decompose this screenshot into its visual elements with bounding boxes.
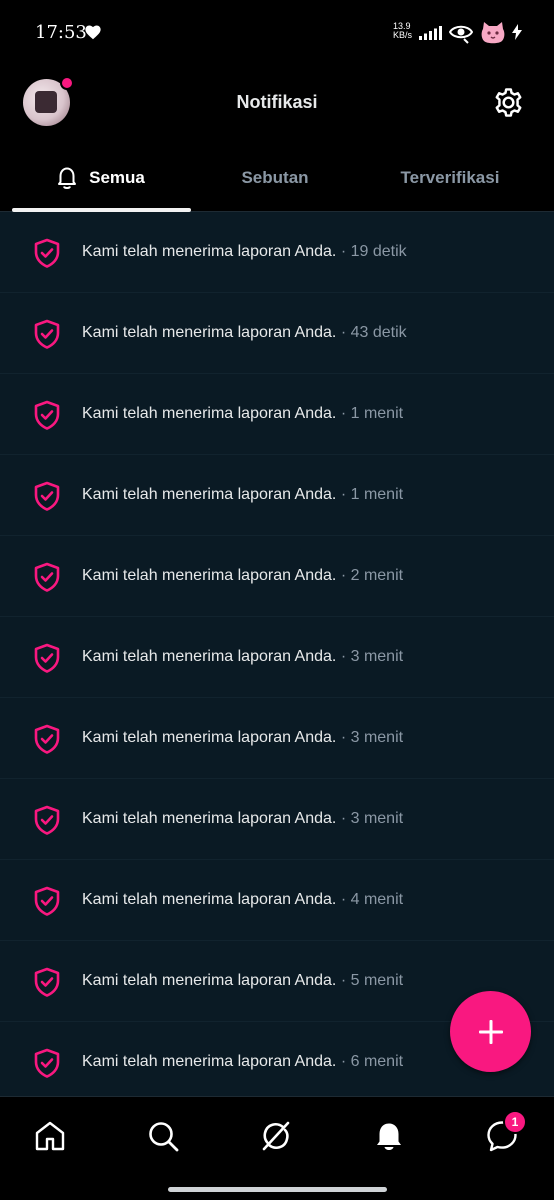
- tab-terverifikasi-label: Terverifikasi: [400, 168, 500, 187]
- heart-icon: [84, 24, 102, 45]
- notification-message: Kami telah menerima laporan Anda.: [82, 243, 337, 260]
- shield-check-icon: [33, 805, 61, 840]
- shield-check-icon: [33, 967, 61, 1002]
- signal-icon: [419, 26, 443, 45]
- shield-check-icon: [33, 481, 61, 516]
- home-indicator[interactable]: [168, 1187, 387, 1192]
- notification-message: Kami telah menerima laporan Anda.: [82, 972, 337, 989]
- notification-item[interactable]: Kami telah menerima laporan Anda. · 19 d…: [0, 212, 554, 293]
- notification-time: · 3 menit: [336, 729, 404, 746]
- shield-check-icon: [33, 400, 61, 435]
- notification-text: Kami telah menerima laporan Anda. · 6 me…: [82, 1053, 403, 1071]
- notification-time: · 2 menit: [336, 567, 404, 584]
- notification-item[interactable]: Kami telah menerima laporan Anda. · 2 me…: [0, 536, 554, 617]
- charging-icon: [512, 24, 522, 45]
- notification-text: Kami telah menerima laporan Anda. · 3 me…: [82, 729, 403, 747]
- tab-sebutan-label: Sebutan: [241, 168, 309, 187]
- notification-item[interactable]: Kami telah menerima laporan Anda. · 3 me…: [0, 779, 554, 860]
- plus-icon: [478, 1019, 503, 1044]
- bell-icon: [55, 165, 79, 191]
- notification-item[interactable]: Kami telah menerima laporan Anda. · 1 me…: [0, 374, 554, 455]
- tab-semua[interactable]: Semua: [0, 144, 200, 212]
- tab-sebutan[interactable]: Sebutan: [180, 144, 370, 212]
- avatar-notification-dot: [60, 76, 74, 90]
- notification-time: · 5 menit: [336, 972, 404, 989]
- eye-comfort-icon: [448, 22, 474, 49]
- tab-terverifikasi[interactable]: Terverifikasi: [360, 144, 540, 212]
- notification-item[interactable]: Kami telah menerima laporan Anda. · 4 me…: [0, 860, 554, 941]
- notification-text: Kami telah menerima laporan Anda. · 3 me…: [82, 648, 403, 666]
- shield-check-icon: [33, 643, 61, 678]
- header: Notifikasi: [0, 66, 554, 144]
- notification-time: · 4 menit: [336, 891, 404, 908]
- notification-time: · 3 menit: [336, 810, 404, 827]
- notification-item[interactable]: Kami telah menerima laporan Anda. · 43 d…: [0, 293, 554, 374]
- notification-message: Kami telah menerima laporan Anda.: [82, 405, 337, 422]
- notification-time: · 3 menit: [336, 648, 404, 665]
- search-icon[interactable]: [146, 1119, 180, 1153]
- notification-text: Kami telah menerima laporan Anda. · 1 me…: [82, 405, 403, 423]
- settings-gear-icon[interactable]: [492, 86, 525, 124]
- notification-message: Kami telah menerima laporan Anda.: [82, 486, 337, 503]
- tab-bar: Semua Sebutan Terverifikasi: [0, 144, 554, 212]
- shield-check-icon: [33, 1048, 61, 1083]
- notification-message: Kami telah menerima laporan Anda.: [82, 324, 337, 341]
- notification-text: Kami telah menerima laporan Anda. · 4 me…: [82, 891, 403, 909]
- notification-message: Kami telah menerima laporan Anda.: [82, 729, 337, 746]
- notification-text: Kami telah menerima laporan Anda. · 43 d…: [82, 324, 407, 342]
- notification-time: · 43 detik: [336, 324, 407, 341]
- notification-time: · 19 detik: [336, 243, 407, 260]
- notification-text: Kami telah menerima laporan Anda. · 19 d…: [82, 243, 407, 261]
- status-bar: 17:53 13.9 KB/s: [0, 0, 554, 66]
- notification-message: Kami telah menerima laporan Anda.: [82, 891, 337, 908]
- notification-list: Kami telah menerima laporan Anda. · 19 d…: [0, 212, 554, 1096]
- notification-text: Kami telah menerima laporan Anda. · 5 me…: [82, 972, 403, 990]
- notification-text: Kami telah menerima laporan Anda. · 1 me…: [82, 486, 403, 504]
- notification-message: Kami telah menerima laporan Anda.: [82, 567, 337, 584]
- shield-check-icon: [33, 319, 61, 354]
- page-title: Notifikasi: [236, 92, 318, 112]
- compose-button[interactable]: [450, 991, 531, 1072]
- notification-item[interactable]: Kami telah menerima laporan Anda. · 3 me…: [0, 698, 554, 779]
- messages-badge: 1: [503, 1110, 527, 1134]
- tab-semua-label: Semua: [89, 168, 145, 187]
- shield-check-icon: [33, 562, 61, 597]
- shield-check-icon: [33, 238, 61, 273]
- notification-text: Kami telah menerima laporan Anda. · 2 me…: [82, 567, 403, 585]
- notification-message: Kami telah menerima laporan Anda.: [82, 1053, 337, 1070]
- notification-item[interactable]: Kami telah menerima laporan Anda. · 3 me…: [0, 617, 554, 698]
- bottom-navigation: 1: [0, 1096, 554, 1200]
- notification-message: Kami telah menerima laporan Anda.: [82, 810, 337, 827]
- network-speed-unit: KB/s: [393, 30, 413, 40]
- notification-time: · 1 menit: [336, 405, 404, 422]
- cat-app-icon: [480, 21, 506, 50]
- notification-time: · 1 menit: [336, 486, 404, 503]
- notification-text: Kami telah menerima laporan Anda. · 3 me…: [82, 810, 403, 828]
- notifications-bell-icon[interactable]: [372, 1119, 406, 1153]
- shield-check-icon: [33, 724, 61, 759]
- notification-message: Kami telah menerima laporan Anda.: [82, 648, 337, 665]
- network-speed: 13.9 KB/s: [393, 22, 417, 40]
- notification-item[interactable]: Kami telah menerima laporan Anda. · 1 me…: [0, 455, 554, 536]
- shield-check-icon: [33, 886, 61, 921]
- notification-time: · 6 menit: [336, 1053, 404, 1070]
- home-icon[interactable]: [33, 1119, 67, 1153]
- grok-icon[interactable]: [259, 1119, 293, 1153]
- status-time: 17:53: [35, 22, 87, 43]
